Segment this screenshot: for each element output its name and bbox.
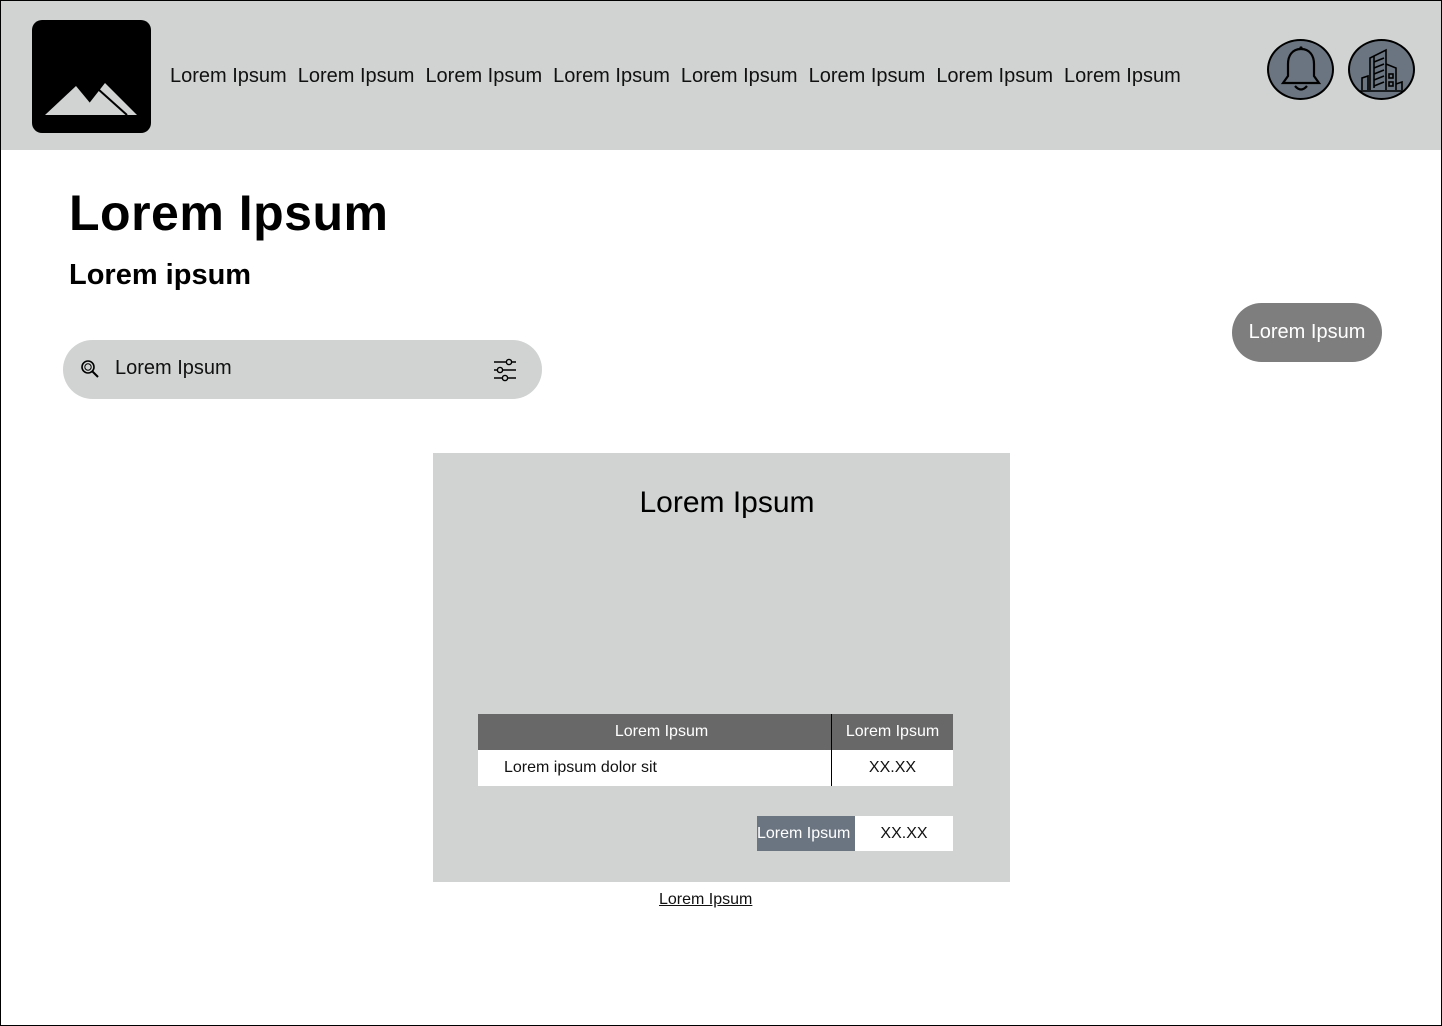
nav-item-3[interactable]: Lorem Ipsum bbox=[425, 63, 542, 89]
logo-image-icon[interactable] bbox=[32, 20, 151, 133]
table-row[interactable]: Lorem ipsum dolor sit XX.XX bbox=[478, 750, 953, 786]
total-row: Lorem Ipsum XX.XX bbox=[757, 816, 953, 851]
total-label: Lorem Ipsum bbox=[757, 816, 855, 851]
filter-sliders-icon[interactable] bbox=[493, 357, 517, 383]
nav-item-5[interactable]: Lorem Ipsum bbox=[681, 63, 798, 89]
table-cell: XX.XX bbox=[868, 759, 917, 776]
table-header-cell: Lorem Ipsum bbox=[845, 723, 940, 740]
table-cell: Lorem ipsum dolor sit bbox=[478, 750, 832, 786]
table-header-row: Lorem Ipsum Lorem Ipsum bbox=[478, 714, 953, 750]
total-value: XX.XX bbox=[855, 816, 953, 851]
search-input[interactable] bbox=[115, 352, 475, 384]
footer-link[interactable]: Lorem Ipsum bbox=[659, 889, 752, 911]
nav-item-2[interactable]: Lorem Ipsum bbox=[298, 63, 415, 89]
main-nav: Lorem Ipsum Lorem Ipsum Lorem Ipsum Lore… bbox=[170, 63, 1192, 89]
nav-item-1[interactable]: Lorem Ipsum bbox=[170, 63, 287, 89]
page: Lorem Ipsum Lorem Ipsum Lorem Ipsum Lore… bbox=[0, 0, 1442, 1026]
bell-icon bbox=[1280, 45, 1321, 91]
notifications-button[interactable] bbox=[1267, 39, 1334, 100]
search-icon bbox=[81, 360, 99, 378]
table-header-cell: Lorem Ipsum bbox=[478, 714, 832, 750]
nav-item-7[interactable]: Lorem Ipsum bbox=[936, 63, 1053, 89]
primary-action-button[interactable]: Lorem Ipsum bbox=[1232, 303, 1382, 362]
nav-item-6[interactable]: Lorem Ipsum bbox=[809, 63, 926, 89]
page-title: Lorem Ipsum bbox=[69, 185, 389, 241]
top-header: Lorem Ipsum Lorem Ipsum Lorem Ipsum Lore… bbox=[1, 1, 1441, 150]
page-subtitle: Lorem ipsum bbox=[69, 259, 252, 291]
organization-button[interactable] bbox=[1348, 39, 1415, 100]
summary-table: Lorem Ipsum Lorem Ipsum Lorem ipsum dolo… bbox=[478, 714, 953, 786]
card-title: Lorem Ipsum bbox=[639, 486, 815, 519]
nav-item-8[interactable]: Lorem Ipsum bbox=[1064, 63, 1181, 89]
nav-item-4[interactable]: Lorem Ipsum bbox=[553, 63, 670, 89]
building-icon bbox=[1359, 48, 1404, 92]
